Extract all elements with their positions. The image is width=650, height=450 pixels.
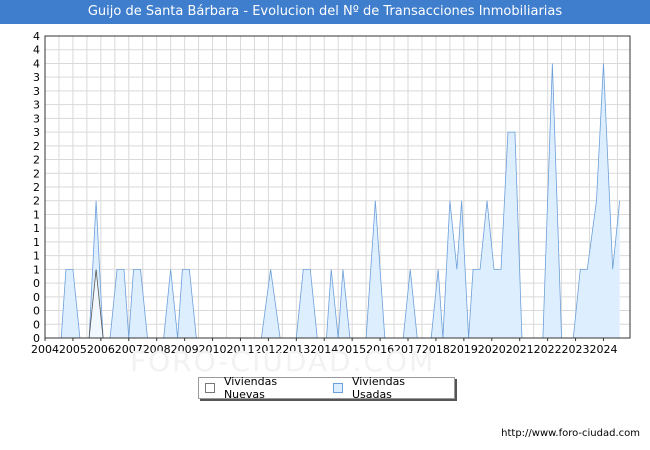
y-tick-label: 2 [33,195,40,208]
y-tick-label: 2 [33,154,40,167]
y-tick-label: 3 [33,126,40,139]
legend-item-nuevas: Viviendas Nuevas [205,375,321,401]
x-tick-label: 2024 [589,343,617,356]
x-tick-label: 2006 [87,343,115,356]
y-tick-label: 1 [33,208,40,221]
y-tick-label: 2 [33,181,40,194]
chart-title: Guijo de Santa Bárbara - Evolucion del N… [0,0,650,24]
legend-swatch-usadas [332,383,343,393]
y-tick-label: 1 [33,263,40,276]
y-tick-label: 1 [33,250,40,263]
legend-label-usadas: Viviendas Usadas [351,375,406,401]
x-tick-label: 2004 [31,343,59,356]
y-tick-label: 3 [33,71,40,84]
watermark: FORO-CIUDAD.COM [130,345,436,378]
footer-url: http://www.foro-ciudad.com [501,428,640,439]
y-tick-label: 2 [33,167,40,180]
y-tick-label: 3 [33,112,40,125]
legend-label-nuevas: Viviendas Nuevas [223,375,278,401]
x-tick-label: 2019 [450,343,478,356]
y-tick-label: 0 [33,291,40,304]
y-tick-label: 2 [33,140,40,153]
legend: Viviendas Nuevas Viviendas Usadas [198,375,455,401]
x-tick-label: 2020 [478,343,506,356]
x-tick-label: 2022 [534,343,562,356]
y-tick-label: 3 [33,85,40,98]
y-tick-label: 1 [33,236,40,249]
y-tick-label: 0 [33,318,40,331]
x-tick-label: 2005 [59,343,87,356]
chart-plot: 00000111112222233333444 2004 2005 2006 2007… [31,30,631,356]
y-tick-label: 1 [33,222,40,235]
y-tick-label: 4 [33,57,40,70]
x-tick-label: 2023 [562,343,590,356]
y-tick-label: 0 [33,305,40,318]
y-tick-label: 0 [33,277,40,290]
y-tick-label: 3 [33,99,40,112]
y-tick-label: 4 [33,44,40,57]
legend-item-usadas: Viviendas Usadas [332,375,448,401]
x-tick-label: 2021 [506,343,534,356]
legend-swatch-nuevas [205,383,215,393]
y-tick-label: 4 [33,30,40,43]
y-axis-ticks: 00000111112222233333444 [33,30,40,345]
